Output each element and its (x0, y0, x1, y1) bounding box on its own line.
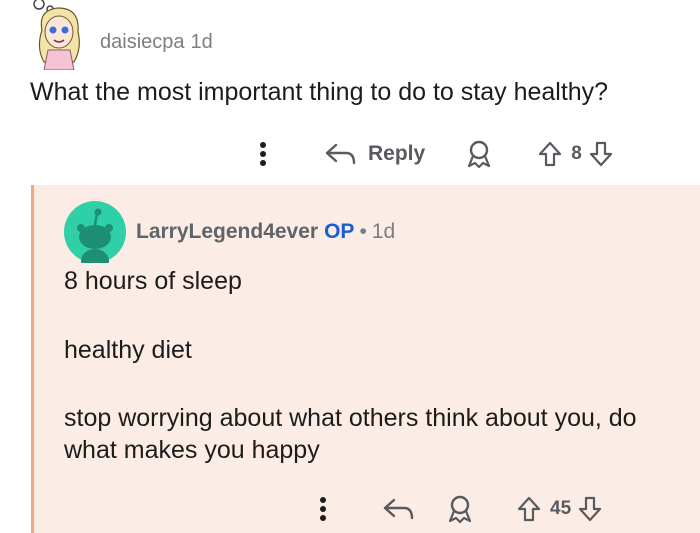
comment-author: LarryLegend4ever OP • 1d (136, 220, 395, 244)
reply-button[interactable] (382, 496, 416, 522)
reply-label: Reply (368, 142, 426, 165)
award-icon (468, 140, 491, 169)
avatar[interactable] (64, 201, 126, 273)
comment-author: daisiecpa 1d (100, 31, 213, 54)
upvote-arrow-icon (539, 141, 562, 167)
comment-age: 1d (371, 220, 396, 243)
username-link[interactable]: LarryLegend4ever (136, 220, 318, 243)
comment-age: 1d (190, 31, 213, 53)
upvote-button[interactable] (516, 495, 542, 523)
comment-paragraph: healthy diet (64, 336, 192, 364)
downvote-arrow-icon (579, 496, 602, 522)
award-button[interactable] (446, 494, 474, 524)
downvote-button[interactable] (577, 495, 603, 523)
vote-score: 45 (550, 498, 572, 519)
user-avatar-icon (33, 0, 80, 71)
reply-arrow-icon (325, 143, 356, 165)
more-options-button[interactable] (310, 496, 336, 522)
avatar[interactable] (28, 0, 90, 71)
more-vertical-icon (320, 497, 326, 521)
comment-paragraph: 8 hours of sleep (64, 267, 242, 295)
upvote-arrow-icon (517, 496, 541, 522)
more-vertical-icon (260, 142, 266, 166)
award-button[interactable] (465, 139, 493, 169)
reply-arrow-icon (383, 498, 414, 520)
comment-paragraph: stop worrying about what others think ab… (64, 404, 637, 464)
comment-action-bar: Reply 8 (250, 135, 614, 173)
more-options-button[interactable] (250, 141, 276, 167)
downvote-arrow-icon (589, 141, 612, 167)
separator-dot: • (359, 220, 367, 243)
snoo-avatar-icon (64, 201, 126, 273)
reply-button[interactable]: Reply (324, 141, 425, 167)
vote-score: 8 (571, 143, 582, 164)
username-link[interactable]: daisiecpa (100, 31, 185, 53)
comment-body: What the most important thing to do to s… (30, 78, 609, 106)
downvote-button[interactable] (588, 140, 614, 168)
comment-action-bar: 45 (310, 490, 603, 528)
op-badge: OP (324, 220, 355, 243)
upvote-button[interactable] (537, 140, 563, 168)
award-icon (448, 495, 472, 524)
